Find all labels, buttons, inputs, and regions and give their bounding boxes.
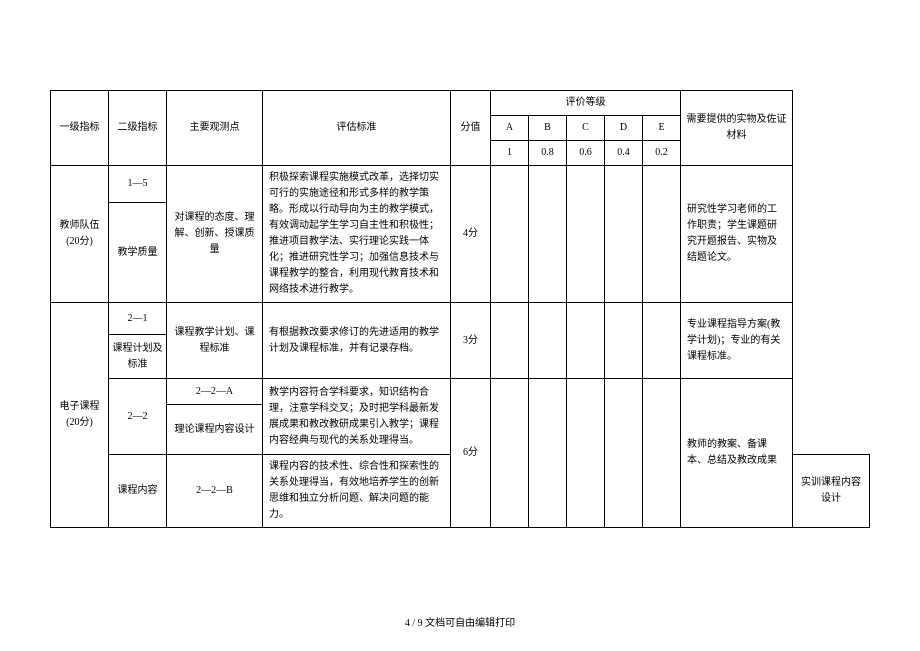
rating-A <box>491 379 529 528</box>
rating-D <box>605 166 643 303</box>
level2-name-content: 课程内容 <box>109 455 167 528</box>
evaluation-table: 一级指标 二级指标 主要观测点 评估标准 分值 评价等级 需要提供的实物及佐证材… <box>50 90 870 528</box>
rating-B <box>529 166 567 303</box>
weight-B: 0.8 <box>529 141 567 166</box>
rating-A <box>491 303 529 379</box>
sub-code-B: 2—2—B <box>167 455 263 528</box>
score-cell: 4分 <box>451 166 491 303</box>
level1-score: (20分) <box>66 236 93 247</box>
level2-code: 1—5 <box>109 166 167 203</box>
material-cell: 专业课程指导方案(教学计划)；专业的有关课程标准。 <box>681 303 793 379</box>
standard-A: 教学内容符合学科要求，知识结构合理，注意学科交叉；及时把学科最新发展成果和教改教… <box>263 379 451 455</box>
table-row: 电子课程 (20分) 2—1 课程教学计划、课程标准 有根据教改要求修订的先进适… <box>51 303 870 335</box>
weight-A: 1 <box>491 141 529 166</box>
level1-cell: 电子课程 (20分) <box>51 303 109 528</box>
standard-B: 课程内容的技术性、综合性和探索性的关系处理得当，有效地培养学生的创新思维和独立分… <box>263 455 451 528</box>
level1-cell: 教师队伍 (20分) <box>51 166 109 303</box>
grade-C: C <box>567 116 605 141</box>
page-footer: 4 / 9 文档可自由编辑打印 <box>0 614 920 629</box>
material-cell: 研究性学习老师的工作职责；学生课题研究开题报告、实物及结题论文。 <box>681 166 793 303</box>
header-observe: 主要观测点 <box>167 91 263 166</box>
level1-name: 电子课程 <box>60 401 100 412</box>
material-cell: 教师的教案、备课本、总结及教改成果 <box>681 379 793 528</box>
standard-cell: 积极探索课程实施模式改革，选择切实可行的实施途径和形式多样的教学策略。形成以行动… <box>263 166 451 303</box>
sub-code-A: 2—2—A <box>167 379 263 405</box>
header-level2: 二级指标 <box>109 91 167 166</box>
rating-D <box>605 379 643 528</box>
score-cell: 3分 <box>451 303 491 379</box>
level2-code: 2—1 <box>109 303 167 335</box>
sub-observe-B: 实训课程内容设计 <box>793 455 870 528</box>
level1-score: (20分) <box>66 417 93 428</box>
observe-cell: 对课程的态度、理解、创新、授课质量 <box>167 166 263 303</box>
level2-name: 教学质量 <box>109 203 167 303</box>
rating-C <box>567 303 605 379</box>
header-score: 分值 <box>451 91 491 166</box>
weight-E: 0.2 <box>643 141 681 166</box>
level1-name: 教师队伍 <box>60 220 100 231</box>
rating-D <box>605 303 643 379</box>
rating-B <box>529 379 567 528</box>
header-rating: 评价等级 <box>491 91 681 116</box>
table-row: 2—2 2—2—A 教学内容符合学科要求，知识结构合理，注意学科交叉；及时把学科… <box>51 379 870 405</box>
rating-E <box>643 303 681 379</box>
sub-observe-A: 理论课程内容设计 <box>167 405 263 455</box>
grade-E: E <box>643 116 681 141</box>
rating-E <box>643 379 681 528</box>
header-standard: 评估标准 <box>263 91 451 166</box>
grade-D: D <box>605 116 643 141</box>
rating-E <box>643 166 681 303</box>
header-row-1: 一级指标 二级指标 主要观测点 评估标准 分值 评价等级 需要提供的实物及佐证材… <box>51 91 870 116</box>
grade-A: A <box>491 116 529 141</box>
level2-name: 课程计划及标准 <box>109 335 167 379</box>
rating-C <box>567 379 605 528</box>
rating-B <box>529 303 567 379</box>
score-cell: 6分 <box>451 379 491 528</box>
table-row: 教师队伍 (20分) 1—5 对课程的态度、理解、创新、授课质量 积极探索课程实… <box>51 166 870 203</box>
weight-D: 0.4 <box>605 141 643 166</box>
weight-C: 0.6 <box>567 141 605 166</box>
level2-code: 2—2 <box>109 379 167 455</box>
header-material: 需要提供的实物及佐证材料 <box>681 91 793 166</box>
standard-cell: 有根据教改要求修订的先进适用的教学计划及课程标准，并有记录存档。 <box>263 303 451 379</box>
grade-B: B <box>529 116 567 141</box>
observe-cell: 课程教学计划、课程标准 <box>167 303 263 379</box>
rating-A <box>491 166 529 303</box>
rating-C <box>567 166 605 303</box>
header-level1: 一级指标 <box>51 91 109 166</box>
